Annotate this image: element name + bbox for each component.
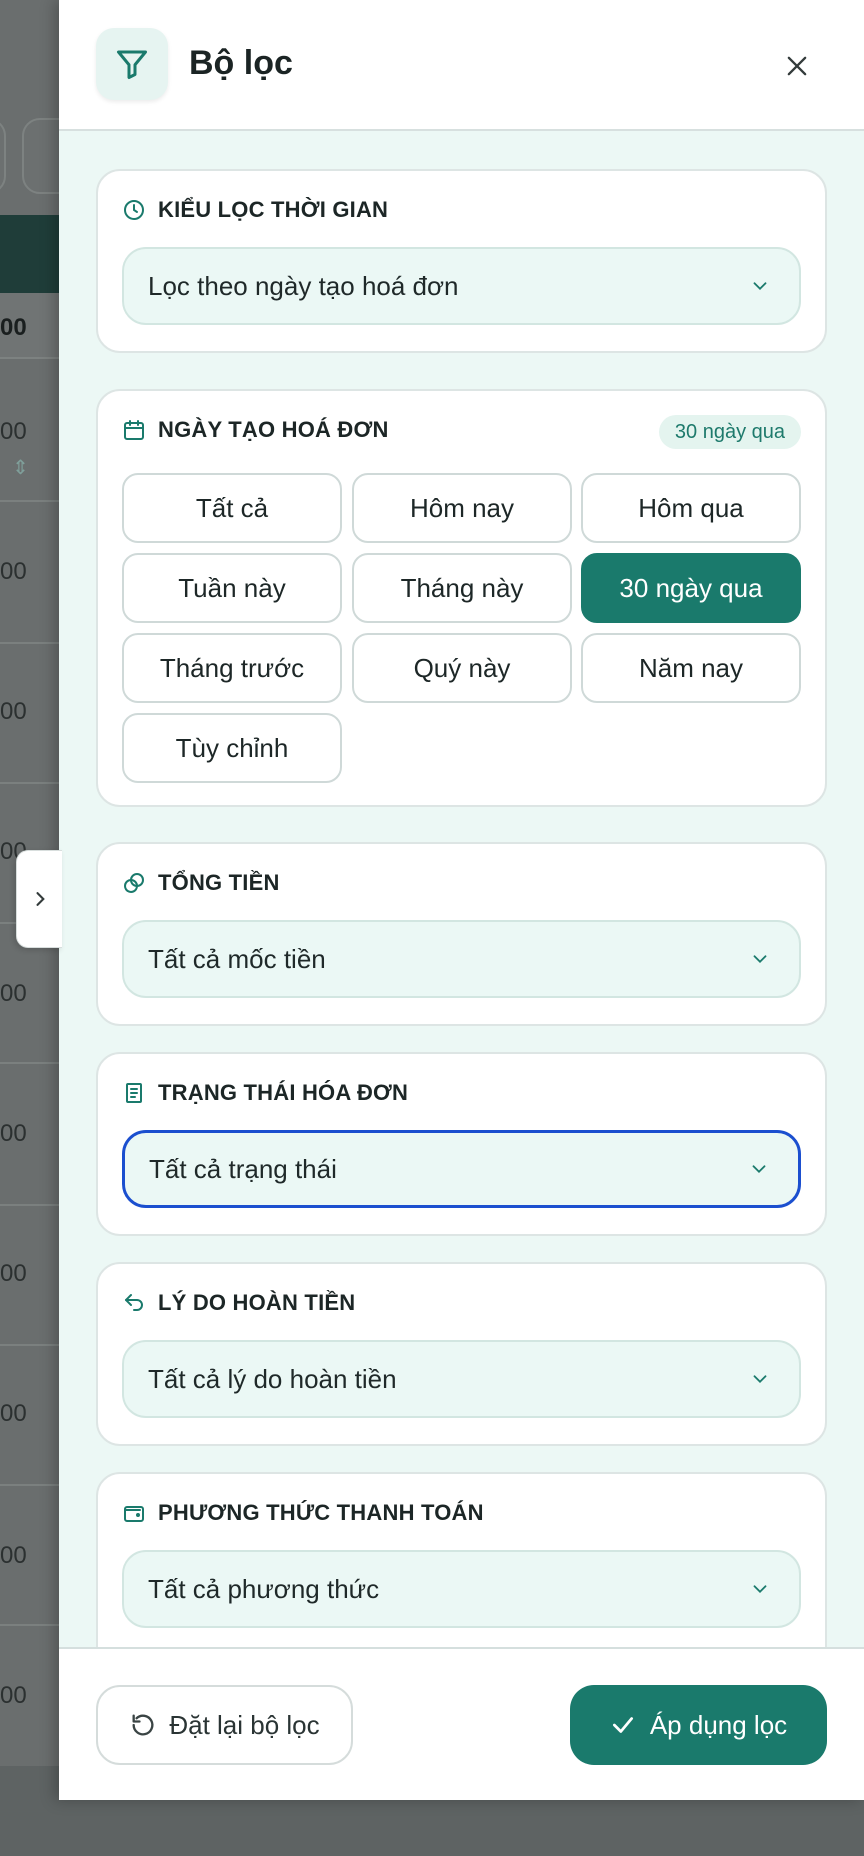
background-cell: 00 (0, 1400, 27, 1427)
background-total-cell: 00 (0, 314, 27, 341)
payment-method-title: PHƯƠNG THỨC THANH TOÁN (158, 1500, 484, 1525)
drawer-footer: Đặt lại bộ lọc Áp dụng lọc (59, 1647, 864, 1800)
invoice-date-card: NGÀY TẠO HOÁ ĐƠN 30 ngày qua Tất cả Hôm … (96, 389, 827, 807)
apply-filter-label: Áp dụng lọc (649, 1709, 788, 1740)
chevron-down-icon (752, 1165, 766, 1174)
invoice-date-title: NGÀY TẠO HOÁ ĐƠN (158, 417, 389, 442)
card-header: TRẠNG THÁI HÓA ĐƠN (122, 1080, 408, 1106)
drawer-body[interactable]: KIỂU LỌC THỜI GIAN Lọc theo ngày tạo hoá… (59, 131, 864, 1647)
chevron-right-icon (35, 892, 45, 906)
background-cell: 00 (0, 980, 27, 1007)
date-option-this-week[interactable]: Tuần này (122, 553, 342, 623)
check-icon (612, 1717, 633, 1733)
time-filter-type-value: Lọc theo ngày tạo hoá đơn (148, 270, 459, 301)
background-cell: 00 (0, 558, 27, 585)
invoice-status-select[interactable]: Tất cả trạng thái (122, 1130, 801, 1208)
wallet-icon (124, 1506, 144, 1522)
refund-reason-select[interactable]: Tất cả lý do hoàn tiền (122, 1340, 801, 1418)
date-option-this-year[interactable]: Năm nay (581, 633, 801, 703)
invoice-status-value: Tất cả trạng thái (149, 1153, 337, 1184)
chevron-down-icon (753, 1585, 767, 1594)
time-filter-type-title: KIỂU LỌC THỜI GIAN (158, 197, 389, 222)
undo-icon (125, 1294, 143, 1311)
card-header: NGÀY TẠO HOÁ ĐƠN (122, 417, 389, 443)
date-option-last-30-days[interactable]: 30 ngày qua (581, 553, 801, 623)
chevron-down-icon (753, 955, 767, 964)
date-option-all[interactable]: Tất cả (122, 473, 342, 543)
time-filter-type-select[interactable]: Lọc theo ngày tạo hoá đơn (122, 247, 801, 325)
date-option-custom[interactable]: Tùy chỉnh (122, 713, 342, 783)
receipt-icon (126, 1083, 142, 1103)
refund-reason-title: LÝ DO HOÀN TIỀN (158, 1290, 356, 1315)
background-toolbar-pill (0, 118, 6, 194)
payment-method-card: PHƯƠNG THỨC THANH TOÁN Tất cả phương thứ… (96, 1472, 827, 1647)
card-header: KIỂU LỌC THỜI GIAN (122, 197, 388, 223)
drawer-title: Bộ lọc (189, 44, 293, 82)
card-header: LÝ DO HOÀN TIỀN (122, 1290, 355, 1316)
payment-method-select[interactable]: Tất cả phương thức (122, 1550, 801, 1628)
card-header: PHƯƠNG THỨC THANH TOÁN (122, 1500, 484, 1526)
apply-filter-button[interactable]: Áp dụng lọc (570, 1685, 827, 1765)
sort-icon: ⇕ (12, 457, 29, 479)
chevron-down-icon (753, 1375, 767, 1384)
date-option-this-quarter[interactable]: Quý này (352, 633, 572, 703)
close-button[interactable] (771, 40, 823, 92)
close-icon (787, 56, 807, 76)
background-cell: 00 (0, 418, 27, 445)
payment-method-value: Tất cả phương thức (148, 1573, 380, 1604)
background-cell: 00 (0, 1120, 27, 1147)
total-amount-title: TỔNG TIỀN (158, 870, 280, 895)
collapse-drawer-button[interactable] (16, 850, 62, 948)
total-amount-value: Tất cả mốc tiền (148, 943, 326, 974)
reset-icon (132, 1714, 154, 1736)
selected-range-badge: 30 ngày qua (658, 415, 801, 449)
background-cell: 00 (0, 1682, 27, 1709)
date-option-this-month[interactable]: Tháng này (352, 553, 572, 623)
filter-drawer: Bộ lọc KIỂU LỌC THỜI GIAN Lọc theo ngày … (59, 0, 864, 1800)
filter-icon (96, 28, 168, 100)
date-option-today[interactable]: Hôm nay (352, 473, 572, 543)
invoice-status-title: TRẠNG THÁI HÓA ĐƠN (158, 1080, 409, 1105)
drawer-header: Bộ lọc (59, 0, 864, 131)
background-cell: 00 (0, 1542, 27, 1569)
date-option-yesterday[interactable]: Hôm qua (581, 473, 801, 543)
total-amount-card: TỔNG TIỀN Tất cả mốc tiền (96, 842, 827, 1026)
background-cell: 00 (0, 698, 27, 725)
reset-filter-label: Đặt lại bộ lọc (169, 1709, 320, 1740)
calendar-icon (124, 420, 144, 440)
invoice-status-card: TRẠNG THÁI HÓA ĐƠN Tất cả trạng thái (96, 1052, 827, 1236)
background-cell: 00 (0, 1260, 27, 1287)
time-filter-type-card: KIỂU LỌC THỜI GIAN Lọc theo ngày tạo hoá… (96, 169, 827, 353)
clock-icon (124, 200, 144, 220)
card-header: TỔNG TIỀN (122, 870, 280, 896)
refund-reason-card: LÝ DO HOÀN TIỀN Tất cả lý do hoàn tiền (96, 1262, 827, 1446)
chevron-down-icon (753, 282, 767, 291)
refund-reason-value: Tất cả lý do hoàn tiền (148, 1363, 397, 1394)
coins-icon (124, 873, 144, 893)
date-option-last-month[interactable]: Tháng trước (122, 633, 342, 703)
reset-filter-button[interactable]: Đặt lại bộ lọc (96, 1685, 353, 1765)
total-amount-select[interactable]: Tất cả mốc tiền (122, 920, 801, 998)
